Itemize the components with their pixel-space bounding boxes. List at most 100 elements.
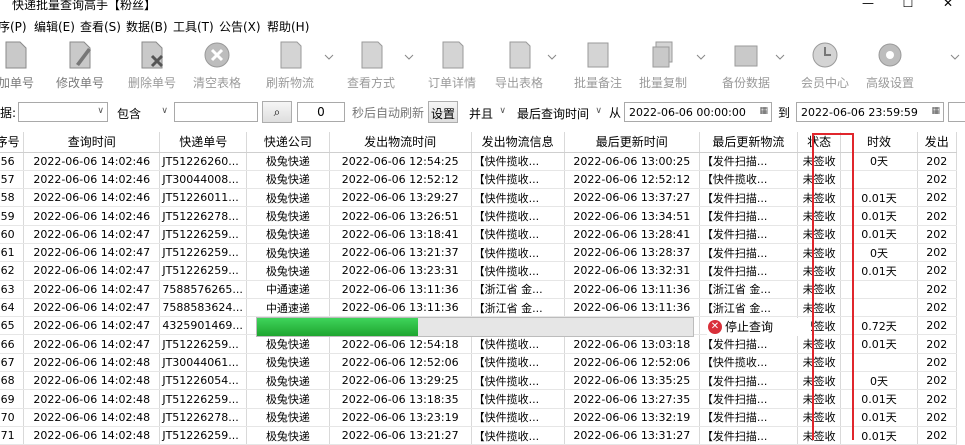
table-row[interactable]: 70 2022-06-06 14:02:48 JT51226278... 极兔快递 20… xyxy=(0,408,958,427)
from-date-picker[interactable]: 2022-06-06 00:00:00 ▦ xyxy=(624,102,772,122)
chevron-down-icon[interactable] xyxy=(696,52,706,62)
add-number-button[interactable]: 加单号 xyxy=(0,38,49,94)
table-row[interactable]: 67 2022-06-06 14:02:48 JT30044061... 极兔快递 20… xyxy=(0,353,958,373)
menu-notice[interactable]: 公告(X) xyxy=(219,18,261,35)
search-icon: ⌕ xyxy=(273,105,281,119)
column-header[interactable]: 发出 xyxy=(917,132,958,153)
batch-note-button[interactable]: 批量备注 xyxy=(565,38,631,94)
table-row[interactable]: 62 2022-06-06 14:02:47 JT51226259... 极兔快递 20… xyxy=(0,261,958,281)
refresh-logistics-button[interactable]: 刷新物流 xyxy=(257,38,323,94)
table-cell: 未签收 xyxy=(797,243,842,263)
menu-data[interactable]: 数据(B) xyxy=(126,18,168,35)
table-row[interactable]: 58 2022-06-06 14:02:46 JT51226011... 极兔快递 20… xyxy=(0,188,958,208)
toolbar-label: 刷新物流 xyxy=(265,76,314,90)
table-row[interactable]: 60 2022-06-06 14:02:47 JT51226259... 极兔快递 20… xyxy=(0,225,958,244)
clear-icon xyxy=(204,42,230,68)
progress-fill xyxy=(257,318,419,336)
column-header[interactable]: 发出物流信息 xyxy=(471,132,565,153)
table-cell: 2022-06-06 14:02:46 xyxy=(23,152,161,171)
table-cell: 极兔快递 xyxy=(246,426,330,445)
match-mode-select[interactable]: 包含 ∨ xyxy=(112,102,172,122)
table-cell: 中通速递 xyxy=(246,298,330,318)
backup-data-button[interactable]: 备份数据 xyxy=(713,38,779,94)
table-cell: 2022-06-06 12:54:25 xyxy=(329,152,472,171)
column-header[interactable]: 发出物流时间 xyxy=(329,132,472,153)
table-cell: 极兔快递 xyxy=(246,170,330,190)
search-button[interactable]: ⌕ xyxy=(262,101,292,123)
view-icon xyxy=(361,41,383,69)
table-row[interactable]: 66 2022-06-06 14:02:47 JT51226259... 极兔快递 20… xyxy=(0,334,958,354)
menu-tools[interactable]: 工具(T) xyxy=(173,18,214,35)
column-header[interactable]: 时效 xyxy=(840,132,918,153)
table-cell: 【快件揽收... xyxy=(471,261,565,281)
toolbar-label: 删除单号 xyxy=(127,76,176,90)
checkbox[interactable] xyxy=(948,102,965,122)
column-header[interactable]: 最后更新物流 xyxy=(699,132,798,153)
table-row[interactable]: 68 2022-06-06 14:02:48 JT51226054... 极兔快递 20… xyxy=(0,371,958,391)
table-row[interactable]: 69 2022-06-06 14:02:48 JT51226259... 极兔快递 20… xyxy=(0,389,958,409)
calendar-icon: ▦ xyxy=(931,106,940,116)
chevron-down-icon[interactable] xyxy=(324,52,334,62)
view-mode-button[interactable]: 查看方式 xyxy=(338,38,404,94)
table-cell: 【发件扫描... xyxy=(699,371,798,391)
menu-program[interactable]: 序(P) xyxy=(0,18,27,35)
column-header[interactable]: 序号 xyxy=(0,132,25,153)
chevron-down-icon[interactable] xyxy=(547,52,557,62)
column-header[interactable]: 最后更新时间 xyxy=(564,132,700,153)
table-cell: 0天 xyxy=(840,371,918,391)
table-cell: 2022-06-06 13:28:41 xyxy=(564,225,700,244)
menu-view[interactable]: 查看(S) xyxy=(80,18,121,35)
column-header[interactable]: 查询时间 xyxy=(23,132,161,153)
field-select[interactable]: ∨ xyxy=(18,102,108,122)
clear-table-button[interactable]: 清空表格 xyxy=(184,38,250,94)
time-field-select[interactable]: 最后查询时间 ∨ xyxy=(512,102,606,122)
chevron-down-icon[interactable] xyxy=(950,52,960,62)
table-row[interactable]: 59 2022-06-06 14:02:46 JT51226278... 极兔快递 20… xyxy=(0,206,958,226)
table-cell: JT51226054... xyxy=(159,371,248,391)
table-row[interactable]: 64 2022-06-06 14:02:47 7588583624... 中通速递 20… xyxy=(0,298,958,318)
order-detail-button[interactable]: 订单详情 xyxy=(419,38,485,94)
menu-edit[interactable]: 编辑(E) xyxy=(34,18,75,35)
edit-number-button[interactable]: 修改单号 xyxy=(47,38,113,94)
export-table-button[interactable]: 导出表格 xyxy=(486,38,552,94)
table-cell: 7588576265... xyxy=(159,280,248,299)
stop-query-button[interactable]: ✕ 停止查询 xyxy=(707,318,811,336)
table-cell: 极兔快递 xyxy=(246,261,330,281)
menu-help[interactable]: 帮助(H) xyxy=(267,18,309,35)
delete-number-button[interactable]: 删除单号 xyxy=(119,38,185,94)
minimize-button[interactable]: — xyxy=(858,0,878,10)
to-label: 到 xyxy=(778,106,791,120)
table-row[interactable]: 61 2022-06-06 14:02:47 JT51226259... 极兔快递 20… xyxy=(0,243,958,263)
column-header[interactable]: 快递公司 xyxy=(246,132,330,153)
keyword-input[interactable] xyxy=(174,102,258,122)
logic-select[interactable]: 并且 ∨ xyxy=(464,102,510,122)
chevron-down-icon[interactable] xyxy=(775,52,785,62)
table-row[interactable]: 63 2022-06-06 14:02:47 7588576265... 中通速递 20… xyxy=(0,280,958,299)
refresh-icon xyxy=(280,41,302,69)
table-row[interactable]: 57 2022-06-06 14:02:46 JT30044008... 极兔快递 20… xyxy=(0,170,958,190)
column-header[interactable]: 状态 xyxy=(797,132,842,153)
member-center-button[interactable]: 会员中心 xyxy=(792,38,858,94)
table-row[interactable]: 56 2022-06-06 14:02:46 JT51226260... 极兔快递 20… xyxy=(0,152,958,171)
table-cell xyxy=(840,353,918,373)
table-cell: 【发件扫描... xyxy=(699,426,798,445)
window-title: 快递批量查询高手【粉丝】 xyxy=(12,0,157,12)
table-cell: 未签收 xyxy=(797,225,842,244)
table-cell: 未签收 xyxy=(797,334,842,354)
refresh-seconds-input[interactable]: 0 xyxy=(297,102,345,122)
settings-button[interactable]: 设置 xyxy=(428,101,458,123)
advanced-settings-button[interactable]: 高级设置 xyxy=(857,38,923,94)
maximize-button[interactable]: ☐ xyxy=(898,0,918,10)
batch-copy-button[interactable]: 批量复制 xyxy=(630,38,696,94)
column-header[interactable]: 快递单号 xyxy=(159,132,248,153)
close-button[interactable]: ✕ xyxy=(938,0,958,10)
note-icon xyxy=(587,42,609,68)
chevron-down-icon[interactable] xyxy=(404,52,414,62)
to-date-picker[interactable]: 2022-06-06 23:59:59 ▦ xyxy=(796,102,944,122)
auto-refresh-label: 秒后自动刷新 xyxy=(352,106,425,120)
table-cell: 未签收 xyxy=(797,152,842,171)
table-cell: 2022-06-06 13:18:41 xyxy=(329,225,472,244)
table-cell: 202 xyxy=(917,371,958,391)
toolbar-label: 会员中心 xyxy=(800,76,849,90)
table-row[interactable]: 71 2022-06-06 14:02:48 JT51226259... 极兔快递 20… xyxy=(0,426,958,445)
